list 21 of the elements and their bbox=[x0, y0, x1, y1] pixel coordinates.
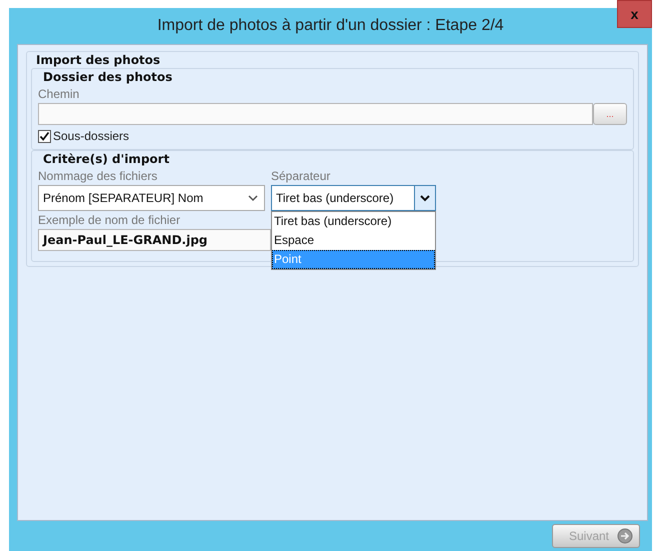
group-title: Import des photos bbox=[35, 52, 162, 68]
naming-dropdown[interactable]: Prénom [SEPARATEUR] Nom bbox=[38, 185, 265, 211]
field-label: Nommage des fichiers bbox=[38, 168, 158, 185]
field-label: Séparateur bbox=[271, 168, 330, 185]
browse-button[interactable]: ... bbox=[593, 103, 627, 125]
checkbox-label: Sous-dossiers bbox=[53, 129, 130, 143]
chevron-down-icon bbox=[420, 194, 430, 202]
close-button[interactable]: x bbox=[617, 0, 652, 28]
dropdown-option[interactable]: Espace bbox=[272, 231, 435, 250]
field-label: Exemple de nom de fichier bbox=[38, 212, 180, 229]
checkbox[interactable] bbox=[38, 130, 51, 142]
path-field[interactable] bbox=[38, 103, 593, 125]
separator-dropdown[interactable]: Tiret bas (underscore) bbox=[271, 185, 436, 211]
group-title: Dossier des photos bbox=[42, 69, 174, 85]
arrow-right-icon bbox=[617, 528, 633, 544]
window-title: Import de photos à partir d'un dossier : Etape 2/4 bbox=[157, 17, 504, 35]
dropdown-option[interactable]: Tiret bas (underscore) bbox=[272, 212, 435, 231]
example-field: Jean-Paul_LE-GRAND.jpg bbox=[38, 229, 271, 251]
chevron-down-icon bbox=[248, 194, 258, 202]
group-title: Critère(s) d'import bbox=[42, 151, 170, 167]
field-label: Chemin bbox=[38, 86, 80, 103]
